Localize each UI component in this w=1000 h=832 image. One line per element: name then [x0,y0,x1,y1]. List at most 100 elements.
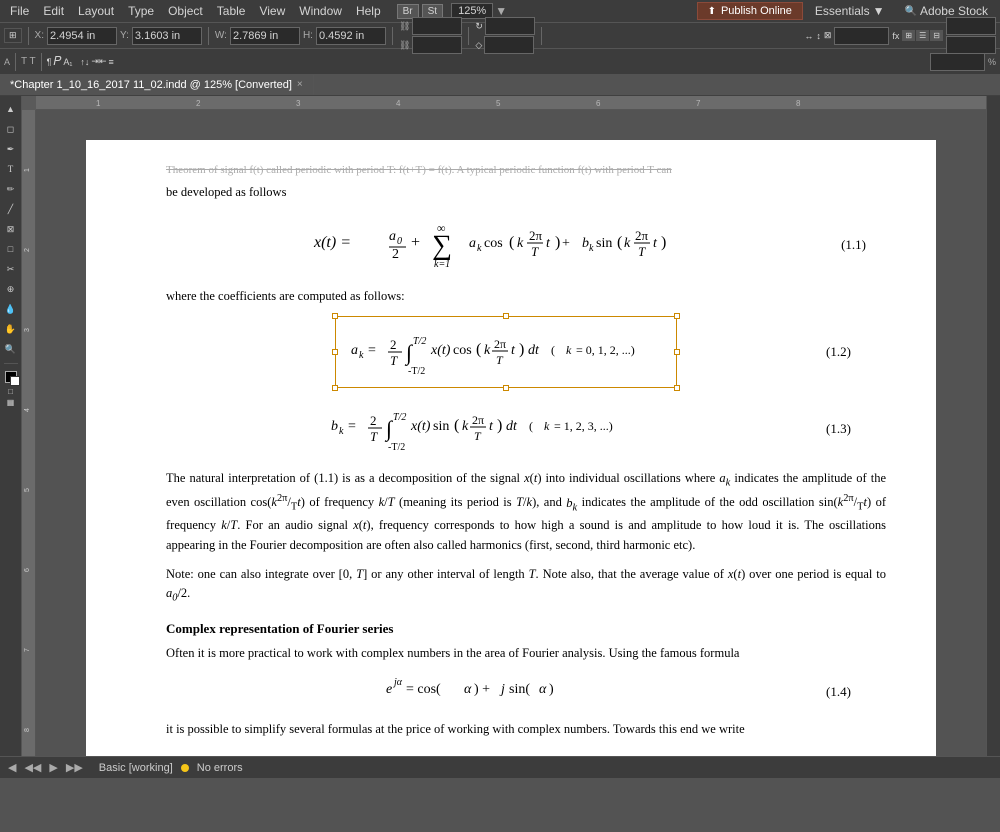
svg-text:k: k [566,343,572,357]
svg-text:k: k [462,419,469,434]
free-transform-tool[interactable]: ⊕ [2,280,20,298]
view-list-icon[interactable]: ☰ [916,30,929,41]
eq-1-4: e jα = cos( α ) + j sin( α ) [186,671,826,712]
zoom-dropdown[interactable]: ▼ [495,4,507,18]
line-tool[interactable]: ╱ [2,200,20,218]
svg-text:(: ( [529,419,533,433]
hand-tool[interactable]: ✋ [2,320,20,338]
menu-layout[interactable]: Layout [72,2,120,20]
transform-icon: ⊠ [824,30,832,41]
w-input[interactable] [230,27,300,45]
svg-text:t: t [653,236,658,251]
x-input[interactable] [47,27,117,45]
vertical-ruler: 1 2 3 4 5 6 7 8 [22,96,36,756]
pencil-tool[interactable]: ✏ [2,180,20,198]
svg-text:=: = [348,419,356,434]
menu-table[interactable]: Table [211,2,252,20]
percent1-input[interactable] [946,17,996,35]
scale-w-input[interactable] [412,17,462,35]
eq-num-1-2: (1.2) [826,342,866,362]
constrain2-icon: ⛓ [399,40,410,51]
page-scroll[interactable]: Theorem of signal f(t) called periodic w… [36,110,986,756]
svg-text:2π: 2π [635,228,649,243]
nav-prev-btn[interactable]: ◀ [8,761,16,774]
flip-h-icon: ↔ [804,31,813,41]
tab-close-btn[interactable]: × [297,79,303,90]
selection-tool[interactable]: ▲ [2,100,20,118]
svg-text:8: 8 [796,99,801,108]
svg-text:7: 7 [696,99,701,108]
svg-text:x(t): x(t) [410,419,431,434]
intro-text: Theorem of signal f(t) called periodic w… [166,160,886,179]
svg-text:e: e [386,682,392,697]
zoom-tool[interactable]: 🔍 [2,340,20,358]
rect-frame-tool[interactable]: ⊠ [2,220,20,238]
indent-icons: ⇥⇤ [91,56,106,67]
svg-text:dt: dt [528,343,540,358]
h-input[interactable] [316,27,386,45]
svg-text:4: 4 [24,408,31,412]
svg-text:+: + [562,236,570,251]
normal-mode-btn[interactable]: □ [8,387,13,396]
publish-online-button[interactable]: ⬆ Publish Online [697,2,803,20]
svg-text:-T/2: -T/2 [408,366,425,377]
subscript-icon: A₁ [63,57,72,67]
svg-text:T: T [370,429,378,444]
direct-select-tool[interactable]: ◻ [2,120,20,138]
preview-mode-btn[interactable]: ▦ [7,398,15,407]
svg-text:t: t [546,236,551,251]
toolbar-divider [4,363,18,364]
svg-text:= 0, 1, 2, ...): = 0, 1, 2, ...) [576,343,635,357]
svg-text:T/2: T/2 [413,336,426,347]
scale-h-input[interactable] [412,36,462,54]
svg-text:): ) [549,682,554,697]
menu-window[interactable]: Window [293,2,348,20]
angle2-input[interactable] [484,36,534,54]
rect-tool[interactable]: □ [2,240,20,258]
menu-type[interactable]: Type [122,2,160,20]
percent2-input[interactable] [946,36,996,54]
mm-input[interactable] [834,27,889,45]
document-tab[interactable]: *Chapter 1_10_16_2017 11_02.indd @ 125% … [0,75,314,95]
y-input[interactable] [132,27,202,45]
pages-panel-btn[interactable]: ⊞ [4,28,22,43]
svg-text:α: α [464,682,472,697]
shear-icon: ◇ [475,40,482,51]
menu-object[interactable]: Object [162,2,209,20]
svg-text:2: 2 [392,247,399,262]
right-panel [986,96,1000,756]
menu-file[interactable]: File [4,2,35,20]
font-icon: A [4,57,10,67]
equation-1-2-row: a k = 2 T ∫ T/2 [186,316,866,389]
menu-edit[interactable]: Edit [37,2,70,20]
svg-text:8: 8 [24,728,31,732]
svg-text:k: k [359,350,364,361]
svg-text:=: = [368,343,376,358]
svg-text:2: 2 [24,248,31,252]
constrain-icon: ⛓ [399,21,410,32]
menu-view[interactable]: View [253,2,291,20]
angle1-input[interactable] [485,17,535,35]
svg-text:k: k [544,419,550,433]
svg-text:j: j [499,682,505,697]
svg-text:T: T [474,429,482,443]
h-label: H: [303,30,313,41]
align-icons: ↑↓ [80,57,89,67]
nav-last-btn[interactable]: ▶▶ [66,761,83,774]
menu-help[interactable]: Help [350,2,387,20]
scissors-tool[interactable]: ✂ [2,260,20,278]
zoom-input2[interactable] [930,53,985,71]
nav-first-btn[interactable]: ◀◀ [24,761,41,774]
type-tool[interactable]: T [2,160,20,178]
fill-stroke-display[interactable] [5,371,17,383]
eq-num-1-4: (1.4) [826,682,866,702]
nav-next-btn[interactable]: ▶ [49,761,57,774]
view-detail-icon[interactable]: ⊟ [930,30,943,41]
view-grid-icon[interactable]: ⊞ [902,30,915,41]
svg-text:4: 4 [396,99,401,108]
toolbar-row-1: ⊞ X: Y: W: H: ⛓ ⛓ ↻ ◇ ↔ ↕ ⊠ fx [0,22,1000,48]
svg-text:(: ( [454,417,459,434]
eyedropper-tool[interactable]: 💧 [2,300,20,318]
simplify-text: it is possible to simplify several formu… [166,720,886,739]
pen-tool[interactable]: ✒ [2,140,20,158]
